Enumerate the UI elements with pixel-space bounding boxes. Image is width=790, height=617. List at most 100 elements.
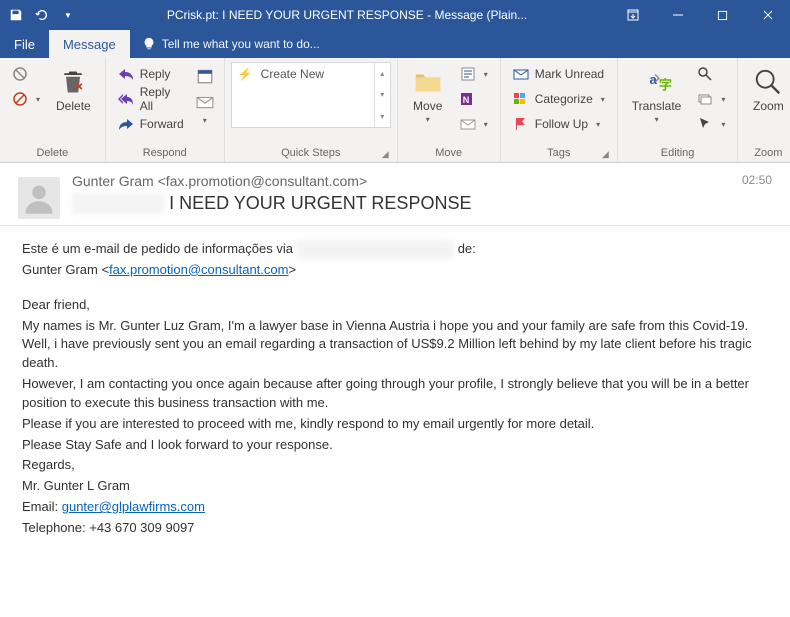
delete-icon bbox=[57, 66, 89, 98]
body-line: Telephone: +43 670 309 9097 bbox=[22, 519, 768, 538]
related-icon bbox=[697, 91, 713, 107]
gallery-scroll: ▴ ▾ ▾ bbox=[374, 63, 390, 127]
group-editing-label: Editing bbox=[624, 145, 732, 162]
group-move-label: Move bbox=[404, 145, 494, 162]
related-button[interactable]: ▾ bbox=[691, 87, 731, 111]
close-button[interactable] bbox=[745, 0, 790, 30]
rules-icon bbox=[460, 66, 476, 82]
message-header: Gunter Gram <fax.promotion@consultant.co… bbox=[0, 163, 790, 226]
group-delete-label: Delete bbox=[6, 145, 99, 162]
body-email-link[interactable]: gunter@glplawfirms.com bbox=[62, 499, 205, 514]
zoom-icon bbox=[752, 66, 784, 98]
junk-icon bbox=[12, 91, 28, 107]
save-icon[interactable] bbox=[8, 7, 24, 23]
junk-button[interactable]: ▾ bbox=[6, 87, 46, 111]
find-button[interactable] bbox=[691, 62, 731, 86]
delete-label: Delete bbox=[56, 100, 91, 113]
forward-icon bbox=[118, 116, 134, 132]
actions-button[interactable]: ▾ bbox=[454, 112, 494, 136]
rules-button[interactable]: ▾ bbox=[454, 62, 494, 86]
gallery-down-icon[interactable]: ▾ bbox=[375, 84, 390, 105]
body-line: Este é um e-mail de pedido de informaçõe… bbox=[22, 240, 768, 259]
sender-avatar bbox=[18, 177, 60, 219]
gallery-more-icon[interactable]: ▾ bbox=[375, 106, 390, 127]
group-respond-label: Respond bbox=[112, 145, 218, 162]
group-zoom-label: Zoom bbox=[744, 145, 790, 162]
zoom-label: Zoom bbox=[753, 100, 784, 113]
quick-access-toolbar: ▼ bbox=[0, 7, 84, 23]
ignore-button[interactable] bbox=[6, 62, 46, 86]
group-respond: Reply Reply All Forward ▾ Respond bbox=[106, 58, 225, 162]
person-icon bbox=[21, 180, 57, 216]
svg-text:字: 字 bbox=[658, 77, 671, 93]
dialog-launcher-icon[interactable]: ◢ bbox=[602, 149, 609, 160]
group-zoom: Zoom Zoom bbox=[738, 58, 790, 162]
translate-button[interactable]: a字 Translate ▾ bbox=[624, 62, 690, 128]
window-controls bbox=[610, 0, 790, 30]
window-title: PCrisk.pt: I NEED YOUR URGENT RESPONSE -… bbox=[84, 8, 610, 22]
reply-all-button[interactable]: Reply All bbox=[112, 87, 190, 111]
group-tags-label: Tags◢ bbox=[507, 145, 611, 162]
quick-steps-gallery[interactable]: ⚡ Create New ▴ ▾ ▾ bbox=[231, 62, 391, 128]
categorize-icon bbox=[513, 91, 529, 107]
tab-message[interactable]: Message bbox=[49, 30, 130, 58]
select-button[interactable]: ▾ bbox=[691, 112, 731, 136]
find-icon bbox=[697, 66, 713, 82]
move-button[interactable]: Move ▾ bbox=[404, 62, 452, 128]
group-quick-steps: ⚡ Create New ▴ ▾ ▾ Quick Steps◢ bbox=[225, 58, 398, 162]
lightbulb-icon bbox=[142, 37, 156, 51]
group-delete: ▾ Delete Delete bbox=[0, 58, 106, 162]
delete-button[interactable]: Delete bbox=[48, 62, 99, 117]
onenote-button[interactable]: N bbox=[454, 87, 494, 111]
tab-file[interactable]: File bbox=[0, 30, 49, 58]
subject-line: XXXXXXX I NEED YOUR URGENT RESPONSE bbox=[72, 193, 730, 214]
meeting-icon bbox=[195, 66, 215, 86]
ignore-icon bbox=[12, 66, 28, 82]
maximize-button[interactable] bbox=[700, 0, 745, 30]
svg-text:N: N bbox=[462, 95, 469, 105]
reply-button[interactable]: Reply bbox=[112, 62, 190, 86]
more-respond-icon bbox=[195, 92, 215, 112]
follow-up-button[interactable]: Follow Up▾ bbox=[507, 112, 611, 136]
tell-me-search[interactable]: Tell me what you want to do... bbox=[130, 30, 332, 58]
svg-text:a: a bbox=[649, 72, 657, 87]
actions-icon bbox=[460, 116, 476, 132]
zoom-button[interactable]: Zoom bbox=[744, 62, 790, 117]
group-move: Move ▾ ▾ N ▾ Move bbox=[398, 58, 501, 162]
body-line: However, I am contacting you once again … bbox=[22, 375, 768, 413]
minimize-button[interactable] bbox=[655, 0, 700, 30]
body-email-link[interactable]: fax.promotion@consultant.com bbox=[109, 262, 288, 277]
received-time: 02:50 bbox=[742, 173, 772, 219]
body-line: Gunter Gram <fax.promotion@consultant.co… bbox=[22, 261, 768, 280]
group-quick-steps-label: Quick Steps◢ bbox=[231, 145, 391, 162]
body-line: My names is Mr. Gunter Luz Gram, I'm a l… bbox=[22, 317, 768, 374]
reply-icon bbox=[118, 66, 134, 82]
mark-unread-icon bbox=[513, 66, 529, 82]
quick-step-create-new[interactable]: ⚡ Create New bbox=[238, 67, 324, 81]
gallery-up-icon[interactable]: ▴ bbox=[375, 63, 390, 84]
group-tags: Mark Unread Categorize▾ Follow Up▾ Tags◢ bbox=[501, 58, 618, 162]
select-icon bbox=[697, 116, 713, 132]
body-line: Regards, bbox=[22, 456, 768, 475]
tell-me-label: Tell me what you want to do... bbox=[162, 37, 320, 51]
qat-dropdown-icon[interactable]: ▼ bbox=[60, 7, 76, 23]
forward-button[interactable]: Forward bbox=[112, 112, 190, 136]
body-line: Email: gunter@glplawfirms.com bbox=[22, 498, 768, 517]
categorize-button[interactable]: Categorize▾ bbox=[507, 87, 611, 111]
undo-icon[interactable] bbox=[34, 7, 50, 23]
ribbon-options-icon[interactable] bbox=[610, 0, 655, 30]
body-line: Please if you are interested to proceed … bbox=[22, 415, 768, 434]
flag-icon bbox=[513, 116, 529, 132]
move-folder-icon bbox=[412, 66, 444, 98]
onenote-icon: N bbox=[460, 91, 476, 107]
subject-text: I NEED YOUR URGENT RESPONSE bbox=[169, 193, 471, 213]
dialog-launcher-icon[interactable]: ◢ bbox=[382, 149, 389, 160]
body-redacted: xxxxxxxxxxxxxxxxxxxxxxx bbox=[297, 240, 455, 259]
reply-all-icon bbox=[118, 91, 134, 107]
respond-more-button[interactable]: ▾ bbox=[192, 62, 218, 129]
ribbon-tabs: File Message Tell me what you want to do… bbox=[0, 30, 790, 58]
translate-label: Translate bbox=[632, 100, 682, 113]
mark-unread-button[interactable]: Mark Unread bbox=[507, 62, 611, 86]
body-line: Dear friend, bbox=[22, 296, 768, 315]
message-body: Este é um e-mail de pedido de informaçõe… bbox=[0, 226, 790, 554]
